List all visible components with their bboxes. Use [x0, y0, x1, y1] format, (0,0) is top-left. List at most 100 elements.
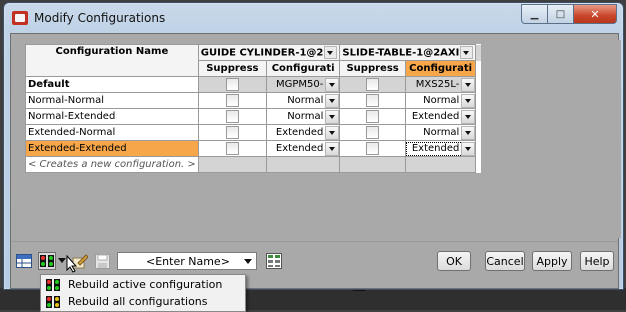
suppress-checkbox[interactable] — [225, 142, 239, 155]
cancel-button[interactable]: Cancel — [485, 251, 525, 271]
empty-cell — [404, 156, 477, 173]
table-row-selected: Extended-Extended Extended Extended — [25, 140, 481, 157]
add-table-button[interactable] — [265, 252, 283, 270]
maximize-icon: □ — [555, 8, 566, 20]
suppress-cell — [197, 76, 267, 93]
column-header-configuration: Configurati — [404, 60, 477, 77]
rebuild-all-icon — [46, 295, 60, 308]
caption-buttons: ▁ □ ✕ — [521, 4, 617, 24]
config-cell[interactable]: Normal — [265, 92, 341, 109]
config-cell[interactable]: MXS25L- — [404, 76, 477, 93]
configuration-name-header: Configuration Name — [25, 44, 199, 77]
config-cell[interactable]: Extended — [404, 108, 477, 125]
suppress-cell — [197, 108, 267, 125]
suppress-checkbox[interactable] — [225, 110, 239, 123]
minimize-icon: ▁ — [530, 8, 539, 20]
config-cell[interactable]: MGPM50- — [265, 76, 341, 93]
save-table-button[interactable] — [93, 252, 111, 270]
config-cell[interactable]: Extended — [265, 140, 341, 157]
apply-button[interactable]: Apply — [532, 251, 572, 271]
config-value: Normal — [423, 95, 460, 106]
new-configuration-row[interactable]: < Creates a new configuration. > — [25, 156, 199, 173]
group-header-slide-table[interactable]: SLIDE-TABLE-1@2AXI — [339, 44, 477, 61]
table-row: Normal-Normal Normal Normal — [25, 92, 481, 109]
suppress-checkbox[interactable] — [225, 78, 239, 91]
suppress-checkbox[interactable] — [366, 78, 380, 91]
config-value: Normal — [287, 95, 324, 106]
config-cell[interactable]: Normal — [404, 92, 477, 109]
config-cell[interactable]: Extended — [404, 140, 477, 157]
column-header-configuration: Configurati — [265, 60, 341, 77]
ok-button[interactable]: OK — [437, 251, 471, 271]
config-value: MGPM50- — [276, 79, 324, 90]
chevron-down-icon[interactable] — [325, 93, 340, 108]
chevron-down-icon[interactable] — [461, 77, 476, 92]
empty-cell — [339, 156, 406, 173]
table-icon — [16, 254, 32, 268]
row-name[interactable]: Extended-Normal — [25, 124, 199, 141]
table-row: Default MGPM50- MXS25L- — [25, 76, 481, 93]
suppress-cell — [339, 92, 406, 109]
chevron-down-icon[interactable] — [324, 46, 338, 59]
empty-cell — [265, 156, 341, 173]
row-name[interactable]: Default — [25, 76, 199, 93]
title-bar[interactable]: Modify Configurations ▁ □ ✕ — [4, 3, 623, 33]
config-cell[interactable]: Normal — [404, 124, 477, 141]
chevron-down-icon[interactable] — [461, 141, 476, 156]
config-value: Extended — [411, 143, 460, 154]
chevron-down-icon[interactable] — [325, 125, 340, 140]
table-view-button[interactable] — [15, 252, 33, 270]
close-button[interactable]: ✕ — [574, 4, 617, 24]
menu-item-rebuild-active[interactable]: Rebuild active configuration — [41, 276, 245, 293]
rebuild-dropdown-button[interactable] — [38, 252, 56, 270]
configuration-table: Configuration Name GUIDE CYLINDER-1@2 SL… — [25, 44, 482, 173]
chevron-down-icon[interactable] — [244, 258, 252, 264]
suppress-cell — [339, 76, 406, 93]
suppress-checkbox[interactable] — [366, 126, 380, 139]
config-value: Extended — [275, 143, 324, 154]
suppress-checkbox[interactable] — [225, 94, 239, 107]
chevron-down-icon[interactable] — [460, 46, 474, 59]
table-row: Extended-Normal Extended Normal — [25, 124, 481, 141]
column-header-suppress: Suppress — [197, 60, 267, 77]
minimize-button[interactable]: ▁ — [521, 4, 548, 24]
suppress-cell — [339, 140, 406, 157]
suppress-cell — [197, 124, 267, 141]
chevron-down-icon[interactable] — [461, 109, 476, 124]
config-value: MXS25L- — [415, 79, 460, 90]
table-spacer — [475, 44, 481, 61]
config-value: Extended — [275, 127, 324, 138]
chevron-down-icon[interactable] — [461, 125, 476, 140]
suppress-checkbox[interactable] — [366, 94, 380, 107]
empty-cell — [197, 156, 267, 173]
solidworks-app-icon — [12, 11, 28, 25]
maximize-button[interactable]: □ — [548, 4, 574, 24]
suppress-checkbox[interactable] — [366, 142, 380, 155]
configuration-name-combo[interactable]: <Enter Name> — [117, 252, 257, 270]
config-cell[interactable]: Extended — [265, 124, 341, 141]
name-combo-text: <Enter Name> — [146, 254, 230, 268]
suppress-checkbox[interactable] — [225, 126, 239, 139]
menu-item-rebuild-all[interactable]: Rebuild all configurations — [41, 293, 245, 310]
group-header-guide-cylinder[interactable]: GUIDE CYLINDER-1@2 — [197, 44, 341, 61]
chevron-down-icon[interactable] — [325, 109, 340, 124]
mouse-cursor-icon — [66, 255, 78, 273]
suppress-checkbox[interactable] — [366, 110, 380, 123]
menu-item-label: Rebuild all configurations — [68, 295, 208, 308]
config-cell[interactable]: Normal — [265, 108, 341, 125]
chevron-down-icon[interactable] — [461, 93, 476, 108]
chevron-down-icon[interactable] — [325, 141, 340, 156]
suppress-cell — [197, 92, 267, 109]
row-name[interactable]: Normal-Extended — [25, 108, 199, 125]
chevron-down-icon[interactable] — [325, 77, 340, 92]
row-name[interactable]: Normal-Normal — [25, 92, 199, 109]
close-icon: ✕ — [590, 7, 600, 21]
config-value: Normal — [423, 127, 460, 138]
configuration-grid-area: Configuration Name GUIDE CYLINDER-1@2 SL… — [17, 40, 621, 238]
row-name[interactable]: Extended-Extended — [25, 140, 199, 157]
help-button[interactable]: Help — [580, 251, 614, 271]
rebuild-active-icon — [40, 255, 54, 267]
table-row: Normal-Extended Normal Extended — [25, 108, 481, 125]
group-label: GUIDE CYLINDER-1@2 — [200, 47, 324, 59]
config-value: Extended — [411, 111, 460, 122]
